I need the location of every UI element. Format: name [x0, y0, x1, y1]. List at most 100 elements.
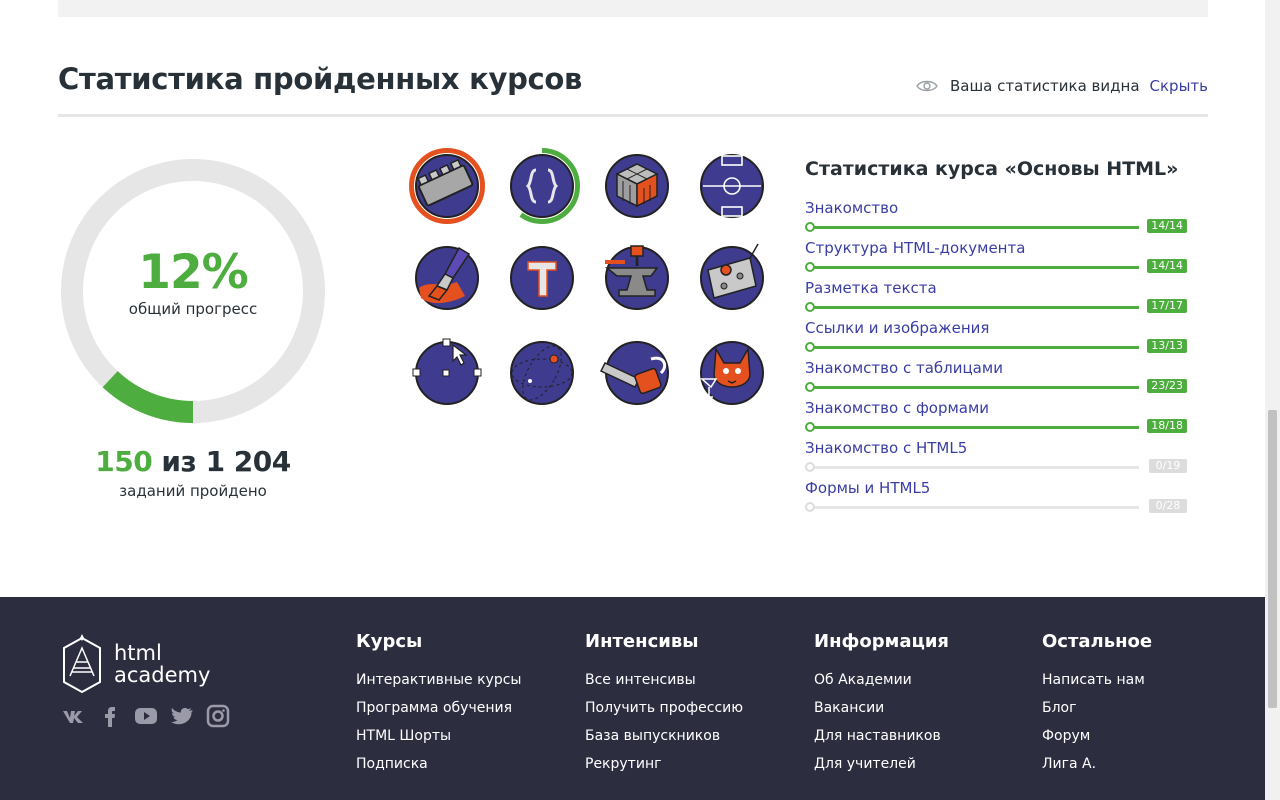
orbit-badge-icon[interactable] — [504, 335, 580, 411]
curly-braces-badge-icon[interactable] — [504, 148, 580, 224]
course-chapter-progress-bar — [809, 346, 1139, 349]
footer-link[interactable]: Программа обучения — [356, 694, 521, 722]
instagram-icon[interactable] — [206, 704, 230, 728]
course-chapter-progress-fill — [809, 346, 1139, 349]
visibility-text: Ваша статистика видна — [949, 77, 1140, 95]
progress-start-dot — [805, 262, 815, 272]
course-chapter[interactable]: Структура HTML-документа 14/14 — [805, 238, 1190, 278]
robot-controller-badge-icon[interactable] — [694, 240, 770, 316]
course-chapter-link[interactable]: Знакомство с таблицами — [805, 358, 1190, 378]
site-footer: html academy Курсы Интерактивные курсы Про… — [0, 597, 1265, 800]
footer-link[interactable]: Получить профессию — [585, 694, 743, 722]
logo-text: html academy — [114, 642, 210, 686]
vk-icon[interactable] — [62, 704, 86, 728]
footer-link[interactable]: Рекрутинг — [585, 750, 743, 778]
progress-start-dot — [805, 502, 815, 512]
hide-stats-link[interactable]: Скрыть — [1150, 77, 1208, 95]
page-title: Статистика пройденных курсов — [58, 62, 583, 96]
footer-link[interactable]: Для учителей — [814, 750, 949, 778]
progress-percent: 12% — [138, 245, 249, 300]
footer-link[interactable]: Интерактивные курсы — [356, 666, 521, 694]
course-chapter-progress-fill — [809, 426, 1139, 429]
progress-start-dot — [805, 302, 815, 312]
social-links — [62, 704, 230, 728]
course-chapter-progress-fill — [809, 226, 1139, 229]
football-field-badge-icon[interactable] — [694, 148, 770, 224]
footer-link[interactable]: База выпускников — [585, 722, 743, 750]
logo-line-2: academy — [114, 663, 211, 687]
footer-column: Курсы Интерактивные курсы Программа обучен… — [356, 631, 521, 778]
tasks-label: заданий пройдено — [119, 482, 267, 500]
footer-column-title: Информация — [814, 631, 949, 652]
footer-link[interactable]: Блог — [1042, 694, 1152, 722]
course-chapter-link[interactable]: Разметка текста — [805, 278, 1190, 298]
progress-label: общий прогресс — [128, 300, 258, 318]
course-chapter-progress-bar — [809, 426, 1139, 429]
scrollbar-thumb[interactable] — [1268, 410, 1277, 708]
footer-link[interactable]: Форум — [1042, 722, 1152, 750]
chainsaw-badge-icon[interactable] — [599, 335, 675, 411]
course-chapter[interactable]: Знакомство с HTML5 0/19 — [805, 438, 1190, 478]
eye-icon — [916, 80, 938, 92]
course-chapter-progress-bar — [809, 306, 1139, 309]
logo-line-1: html — [114, 641, 162, 665]
course-chapter-progress-fill — [809, 266, 1139, 269]
footer-link[interactable]: Об Академии — [814, 666, 949, 694]
course-chapter-progress-bar — [809, 266, 1139, 269]
youtube-icon[interactable] — [134, 704, 158, 728]
course-chapter-count: 18/18 — [1147, 419, 1187, 433]
page-scrollbar[interactable] — [1265, 0, 1280, 800]
footer-link[interactable]: Лига А. — [1042, 750, 1152, 778]
footer-link[interactable]: Вакансии — [814, 694, 949, 722]
tasks-done: 150 — [95, 445, 153, 478]
twitter-icon[interactable] — [170, 704, 194, 728]
tasks-total: 1 204 — [205, 445, 292, 478]
cat-badge-icon[interactable] — [694, 335, 770, 411]
top-panel-edge — [58, 0, 1208, 17]
visibility-status: Ваша статистика видна Скрыть — [916, 77, 1208, 95]
course-chapter[interactable]: Знакомство с таблицами 23/23 — [805, 358, 1190, 398]
footer-link[interactable]: Написать нам — [1042, 666, 1152, 694]
course-chapter-link[interactable]: Знакомство с HTML5 — [805, 438, 1190, 458]
rubiks-cube-badge-icon[interactable] — [599, 148, 675, 224]
course-chapter-link[interactable]: Знакомство с формами — [805, 398, 1190, 418]
progress-start-dot — [805, 342, 815, 352]
course-chapter-link[interactable]: Формы и HTML5 — [805, 478, 1190, 498]
course-chapter-progress-fill — [809, 306, 1139, 309]
footer-link[interactable]: Подписка — [356, 750, 521, 778]
course-chapter[interactable]: Ссылки и изображения 13/13 — [805, 318, 1190, 358]
footer-link[interactable]: Все интенсивы — [585, 666, 743, 694]
course-chapter-count: 23/23 — [1147, 379, 1187, 393]
progress-start-dot — [805, 422, 815, 432]
course-chapter[interactable]: Знакомство 14/14 — [805, 198, 1190, 238]
tasks-count: 150 из 1 204 — [58, 445, 328, 478]
footer-link[interactable]: HTML Шорты — [356, 722, 521, 750]
footer-column: Интенсивы Все интенсивы Получить профессию… — [585, 631, 743, 778]
course-chapter-link[interactable]: Знакомство — [805, 198, 1190, 218]
progress-start-dot — [805, 222, 815, 232]
facebook-icon[interactable] — [98, 704, 122, 728]
course-chapter[interactable]: Разметка текста 17/17 — [805, 278, 1190, 318]
footer-column: Информация Об Академии Вакансии Для наставн… — [814, 631, 949, 778]
course-chapter[interactable]: Формы и HTML5 0/28 — [805, 478, 1190, 518]
progress-start-dot — [805, 462, 815, 472]
lego-brick-badge-icon[interactable] — [409, 148, 485, 224]
footer-link[interactable]: Для наставников — [814, 722, 949, 750]
course-stats-title: Статистика курса «Основы HTML» — [805, 158, 1179, 180]
tasks-separator: из — [152, 445, 206, 478]
course-chapter-progress-bar — [809, 506, 1139, 509]
course-chapter-count: 0/19 — [1149, 459, 1187, 473]
paint-brush-badge-icon[interactable] — [409, 240, 485, 316]
footer-column: Остальное Написать нам Блог Форум Лига А. — [1042, 631, 1152, 778]
anvil-badge-icon[interactable] — [599, 240, 675, 316]
course-badges — [400, 148, 780, 420]
site-logo[interactable]: html academy — [60, 632, 210, 696]
letter-t-badge-icon[interactable] — [504, 240, 580, 316]
course-chapter-link[interactable]: Ссылки и изображения — [805, 318, 1190, 338]
vector-pen-badge-icon[interactable] — [409, 335, 485, 411]
course-chapter-progress-bar — [809, 386, 1139, 389]
course-chapter-link[interactable]: Структура HTML-документа — [805, 238, 1190, 258]
course-chapter-count: 17/17 — [1147, 299, 1187, 313]
course-chapter[interactable]: Знакомство с формами 18/18 — [805, 398, 1190, 438]
footer-column-title: Курсы — [356, 631, 423, 652]
